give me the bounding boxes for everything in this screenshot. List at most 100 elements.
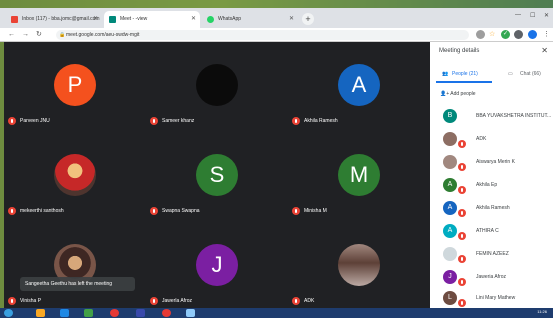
avatar: J (196, 244, 238, 286)
participant-row[interactable]: J Jaweria Afroz (430, 267, 553, 289)
close-panel-icon[interactable]: ✕ (541, 46, 548, 55)
browser-icon[interactable] (60, 309, 69, 317)
add-people-label: Add people (450, 91, 476, 97)
participant-tile[interactable]: P Parveen JNU (4, 42, 144, 128)
participant-photo (54, 154, 96, 196)
more-menu-icon[interactable]: ⋮ (543, 30, 550, 40)
tab-whatsapp[interactable]: WhatsApp ✕ (202, 11, 298, 28)
url-input[interactable]: 🔒 meet.google.com/aeu-swdw-mgit (56, 30, 469, 40)
participant-tile[interactable]: J Jawerla Afroz (146, 222, 286, 308)
participant-row[interactable]: A Akhila Ramesh (430, 198, 553, 220)
minimize-icon[interactable]: — (515, 12, 521, 18)
desktop-background: Inbox (117) - bba.jomc@gmail.com ✕ Meet … (0, 0, 553, 318)
participant-name: Aiswarya Merin K (476, 159, 515, 165)
participant-tile[interactable]: Sameer khanz (146, 42, 286, 128)
window-close-icon[interactable]: ✕ (544, 12, 549, 19)
maximize-icon[interactable]: ☐ (530, 12, 535, 19)
participant-tile[interactable]: Vinisha P (4, 222, 144, 308)
tab-people[interactable]: People (21) (452, 71, 478, 77)
mic-off-icon (8, 117, 16, 125)
participant-name: Akhila Ramesh (476, 205, 510, 211)
people-tab-icon[interactable]: 👥 (442, 71, 448, 77)
url-text: meet.google.com/aeu-swdw-mgit (66, 32, 140, 38)
lock-icon: 🔒 (59, 32, 66, 38)
avatar: M (338, 154, 380, 196)
mic-off-icon (458, 299, 466, 307)
meeting-details-panel: Meeting details ✕ 👥 People (21) ▭ Chat (… (430, 42, 553, 308)
mic-off-icon (150, 207, 158, 215)
back-icon[interactable]: ← (8, 30, 15, 40)
check-extension-icon[interactable]: ✓ (501, 30, 510, 39)
participant-name: Akhila Ramesh (304, 118, 338, 124)
bookmark-star-icon[interactable]: ☆ (489, 30, 495, 40)
participant-name: Vinisha P (20, 298, 42, 304)
active-tab-indicator (436, 81, 492, 83)
participant-row[interactable]: A Akhila Ep (430, 175, 553, 197)
panel-title: Meeting details (439, 48, 480, 54)
avatar: P (54, 64, 96, 106)
add-person-icon: 👤+ (440, 91, 451, 97)
new-tab-button[interactable]: + (302, 13, 314, 25)
mic-off-icon (292, 297, 300, 305)
participant-row[interactable]: B BBA YUVAKSHETRA INSTITUT... (430, 106, 553, 128)
participant-tile[interactable]: S Swapna Swapna (146, 132, 286, 218)
reload-icon[interactable]: ↻ (36, 30, 42, 40)
tab-meet[interactable]: Meet - -view ✕ (104, 11, 200, 28)
participant-row[interactable]: L Lini Mary Mathew (430, 288, 553, 310)
avatar: A (443, 178, 457, 192)
participant-name: ADK (304, 298, 315, 304)
mic-off-icon (150, 117, 158, 125)
puzzle-icon[interactable] (514, 30, 523, 39)
mic-off-icon (458, 232, 466, 240)
app-icon[interactable] (186, 309, 195, 317)
close-tab-icon[interactable]: ✕ (289, 11, 294, 28)
add-people-button[interactable]: 👤+ Add people (440, 91, 476, 97)
participant-name: ADK (476, 136, 487, 142)
avatar: J (443, 270, 457, 284)
extension-icon[interactable] (476, 30, 485, 39)
participant-photo (338, 244, 380, 286)
close-tab-icon[interactable]: ✕ (191, 11, 196, 28)
avatar (443, 155, 457, 169)
participant-row[interactable]: A ATHIRA C (430, 221, 553, 243)
app-icon[interactable] (84, 309, 93, 317)
close-tab-icon[interactable]: ✕ (93, 11, 98, 28)
mic-off-icon (458, 140, 466, 148)
chat-tab-icon[interactable]: ▭ (508, 71, 513, 77)
participant-name: Swapna Swapna (162, 208, 200, 214)
taskbar-clock: 11:26 (537, 309, 547, 314)
taskbar: 11:26 (0, 308, 553, 318)
participant-row[interactable]: ADK (430, 129, 553, 151)
avatar (443, 247, 457, 261)
tab-chat[interactable]: Chat (66) (520, 71, 541, 77)
mic-off-icon (8, 297, 16, 305)
participant-name: BBA YUVAKSHETRA INSTITUT... (476, 113, 552, 119)
participant-tile[interactable]: ADK (288, 222, 428, 308)
avatar: A (338, 64, 380, 106)
participant-row[interactable]: FEMIN AZEEZ (430, 244, 553, 266)
word-icon[interactable] (136, 309, 145, 317)
file-explorer-icon[interactable] (36, 309, 45, 317)
start-button-icon[interactable] (4, 309, 13, 317)
participant-name: Sameer khanz (162, 118, 195, 124)
media-icon[interactable] (162, 309, 171, 317)
participant-tile[interactable]: A Akhila Ramesh (288, 42, 428, 128)
participant-row[interactable]: Aiswarya Merin K (430, 152, 553, 174)
gmail-icon (11, 16, 18, 23)
chrome-icon[interactable] (110, 309, 119, 317)
profile-avatar-icon[interactable] (528, 30, 537, 39)
participant-name: ATHIRA C (476, 228, 499, 234)
participant-tile[interactable]: mekeerthi santhosh (4, 132, 144, 218)
avatar: A (443, 201, 457, 215)
tab-gmail[interactable]: Inbox (117) - bba.jomc@gmail.com ✕ (6, 11, 102, 28)
participant-name: Jawerla Afroz (162, 298, 193, 304)
participant-name: Akhila Ep (476, 182, 498, 188)
forward-icon[interactable]: → (22, 30, 29, 40)
participant-name: Minisha M (304, 208, 327, 214)
address-bar-row: ← → ↻ 🔒 meet.google.com/aeu-swdw-mgit ☆ … (0, 28, 553, 42)
avatar: B (443, 109, 457, 123)
tab-strip: Inbox (117) - bba.jomc@gmail.com ✕ Meet … (0, 8, 553, 28)
tab-label: WhatsApp (218, 16, 242, 22)
participant-name: Parveen JNU (20, 118, 50, 124)
participant-tile[interactable]: M Minisha M (288, 132, 428, 218)
